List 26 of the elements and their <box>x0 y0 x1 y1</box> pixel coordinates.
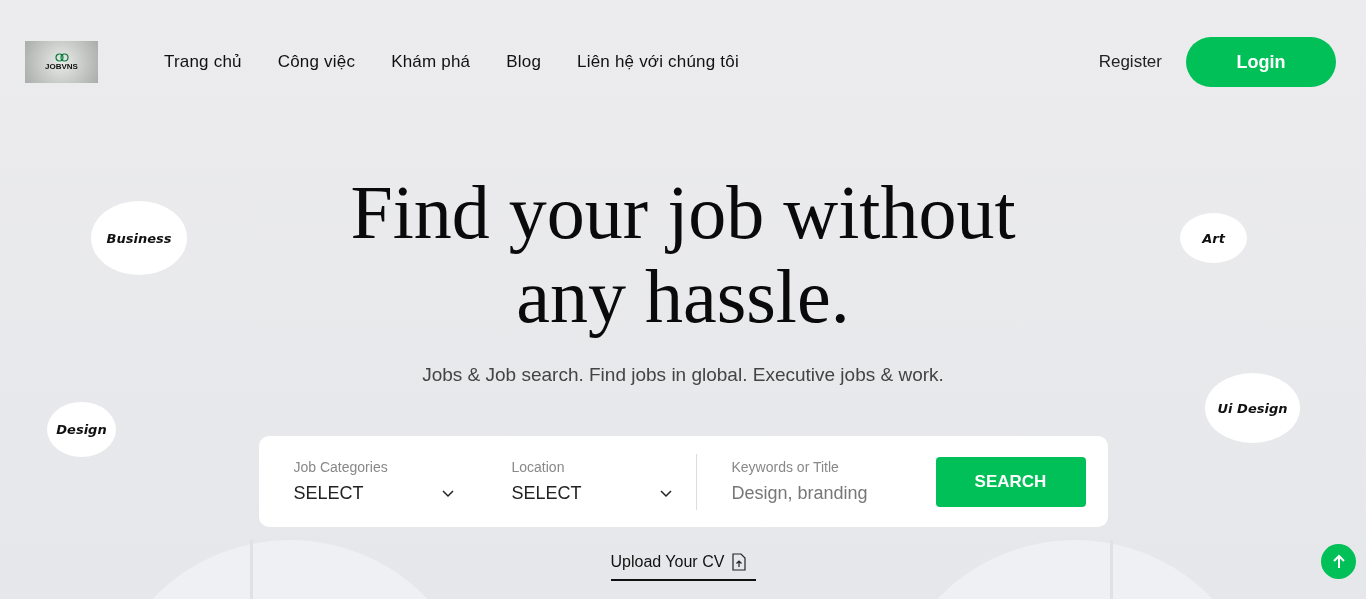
field-label: Job Categories <box>293 459 389 475</box>
nav-link[interactable]: Liên hệ với chúng tôi <box>577 52 739 72</box>
select-dropdown[interactable]: SELECT <box>511 483 672 504</box>
category-tag: Design <box>47 402 116 457</box>
category-tag: Art <box>1180 213 1247 263</box>
category-tag: Business <box>91 201 187 275</box>
chevron-down-icon <box>441 489 454 498</box>
rings-icon <box>54 53 69 62</box>
field-label: Keywords or Title <box>731 459 840 475</box>
hero-subtitle: Jobs & Job search. Find jobs in global. Executive jobs & work. <box>422 364 944 386</box>
nav-link[interactable]: Blog <box>506 52 542 72</box>
hero-title: any hassle. <box>516 254 850 338</box>
logo-text: JOBVNS <box>45 62 78 71</box>
field-label: Location <box>511 459 566 475</box>
category-tag: Ui Design <box>1205 373 1300 443</box>
back-to-top-button[interactable] <box>1321 544 1356 579</box>
select-dropdown[interactable]: SELECT <box>293 483 454 504</box>
upload-cv-link[interactable]: Upload Your CV <box>610 553 756 581</box>
file-upload-icon <box>732 553 747 571</box>
nav-link[interactable]: Trang chủ <box>164 52 242 72</box>
hero-title: Find your job without <box>350 170 1016 254</box>
register-link[interactable]: Register <box>1098 52 1162 72</box>
logo[interactable]: JOBVNS <box>25 41 98 83</box>
nav-link[interactable]: Công việc <box>277 52 356 72</box>
chevron-down-icon <box>659 489 672 498</box>
nav-link[interactable]: Khám phá <box>391 52 471 72</box>
